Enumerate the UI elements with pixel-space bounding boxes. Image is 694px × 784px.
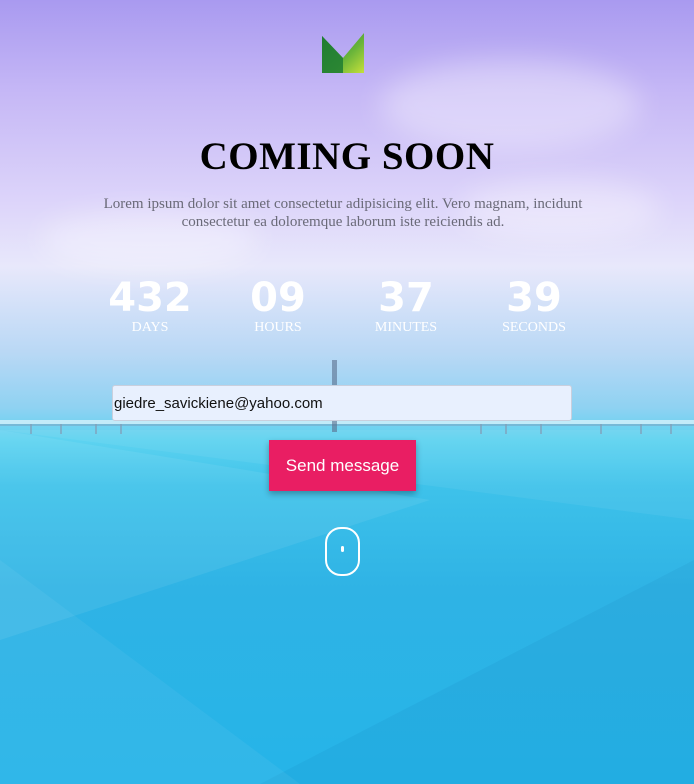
countdown-minutes-label: MINUTES [374,320,438,335]
countdown-hours: 09 HOURS [214,274,342,336]
countdown-seconds: 39 SECONDS [470,274,598,336]
countdown-hours-value: 09 [250,275,306,321]
send-message-button[interactable]: Send message [269,440,416,491]
countdown: 432 DAYS 09 HOURS 37 MINUTES 39 SECONDS [86,274,600,354]
page-description: Lorem ipsum dolor sit amet consectetur a… [103,196,583,230]
page-title: COMING SOON [199,135,495,178]
countdown-days-label: DAYS [131,320,169,335]
m-logo-icon [322,33,364,73]
countdown-days: 432 DAYS [86,274,214,336]
countdown-minutes-value: 37 [378,275,434,321]
countdown-seconds-value: 39 [506,275,562,321]
mouse-scroll-icon[interactable] [325,527,360,576]
countdown-days-value: 432 [108,275,192,321]
countdown-hours-label: HOURS [254,320,302,335]
countdown-minutes: 37 MINUTES [342,274,470,336]
email-input[interactable] [112,385,572,421]
countdown-seconds-label: SECONDS [502,320,566,335]
mouse-wheel [341,546,344,552]
